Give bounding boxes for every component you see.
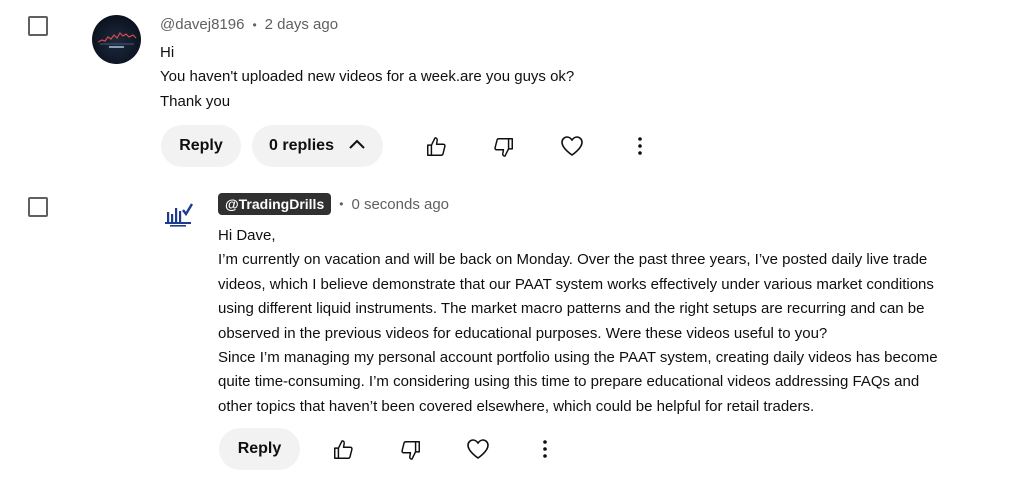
chevron-up-icon bbox=[348, 137, 366, 155]
heart-button[interactable] bbox=[557, 131, 587, 161]
comment-line: Hi bbox=[160, 44, 175, 61]
reply-button-label: Reply bbox=[179, 137, 223, 154]
more-vertical-icon bbox=[543, 440, 547, 458]
toggle-replies-button[interactable]: 0 replies bbox=[252, 125, 383, 167]
reply-line: I’m currently on vacation and will be ba… bbox=[218, 251, 928, 269]
thumbs-up-icon bbox=[334, 440, 353, 459]
reply-like-button[interactable] bbox=[328, 435, 358, 465]
like-button[interactable] bbox=[421, 132, 451, 162]
meta-separator: • bbox=[339, 197, 344, 211]
reply-line: using different liquid instruments. The … bbox=[218, 300, 925, 318]
comment-timestamp[interactable]: 2 days ago bbox=[265, 16, 338, 33]
reply-line: observed in the previous videos for educ… bbox=[218, 324, 828, 342]
more-vertical-icon bbox=[638, 137, 642, 155]
heart-icon bbox=[467, 439, 489, 459]
more-actions-button[interactable] bbox=[625, 131, 655, 161]
reply-select-checkbox[interactable] bbox=[28, 197, 48, 217]
meta-separator: • bbox=[252, 17, 257, 32]
dislike-button[interactable] bbox=[489, 132, 519, 162]
comments-panel: @davej8196 • 2 days ago Hi You haven't u… bbox=[0, 0, 1024, 479]
reply-line: quite time-consuming. I’m considering us… bbox=[218, 373, 920, 391]
reply-text: Hi Dave, I’m currently on vacation and w… bbox=[218, 224, 938, 419]
thumbs-down-icon bbox=[494, 138, 513, 157]
reply-more-actions-button[interactable] bbox=[530, 434, 560, 464]
chart-bars-icon bbox=[165, 203, 194, 227]
reply-line: videos, which I believe demonstrate that… bbox=[218, 275, 934, 293]
thumbs-down-icon bbox=[401, 441, 420, 460]
replies-count-label: 0 replies bbox=[269, 137, 334, 154]
avatar[interactable] bbox=[92, 15, 141, 64]
reply-line: Since I’m managing my personal account p… bbox=[218, 349, 938, 367]
reply-heart-button[interactable] bbox=[463, 434, 493, 464]
reply-line: other topics that haven’t been covered e… bbox=[218, 397, 815, 415]
comment-meta: @davej8196 • 2 days ago bbox=[160, 16, 338, 33]
comment-line: Thank you bbox=[160, 92, 231, 110]
reply-button[interactable]: Reply bbox=[161, 125, 241, 167]
reply-button-label: Reply bbox=[237, 440, 282, 457]
reply-meta: @TradingDrills • 0 seconds ago bbox=[218, 193, 449, 215]
comment-line: You haven't uploaded new videos for a we… bbox=[160, 68, 575, 86]
comment-select-checkbox[interactable] bbox=[28, 16, 48, 36]
comment-author[interactable]: @davej8196 bbox=[160, 16, 244, 33]
reply-author-badge[interactable]: @TradingDrills bbox=[218, 193, 332, 215]
reply-to-reply-button[interactable]: Reply bbox=[219, 428, 300, 470]
reply-dislike-button[interactable] bbox=[396, 435, 426, 465]
heart-icon bbox=[561, 136, 583, 156]
avatar-chart-icon bbox=[97, 32, 137, 48]
thumbs-up-icon bbox=[427, 137, 446, 156]
reply-line: Hi Dave, bbox=[218, 227, 276, 244]
comment-text: Hi You haven't uploaded new videos for a… bbox=[160, 41, 574, 114]
channel-avatar[interactable] bbox=[164, 200, 194, 228]
reply-timestamp[interactable]: 0 seconds ago bbox=[351, 196, 449, 213]
